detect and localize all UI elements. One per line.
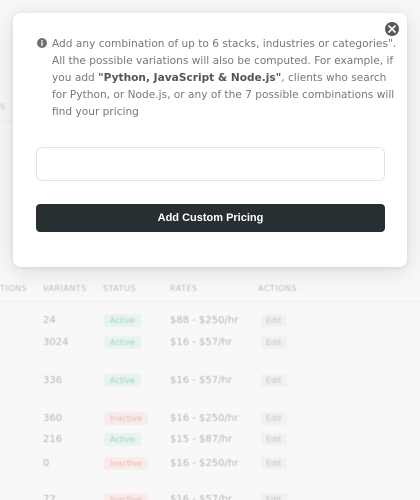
row-variants: 336 xyxy=(43,375,63,386)
row-rates: $16 - $57/hr xyxy=(170,375,232,386)
pricing-table-header: TIONS VARIANTS STATUS RATES ACTIONS xyxy=(0,284,420,296)
close-button[interactable] xyxy=(385,22,399,36)
info-icon xyxy=(37,38,47,48)
edit-button[interactable]: Edit xyxy=(261,457,287,470)
row-rates: $16 - $250/hr xyxy=(170,458,239,469)
table-row: 3024 Active $16 - $57/hr Edit xyxy=(0,335,420,351)
info-example-stacks: "Python, JavaScript & Node.js" xyxy=(98,72,282,84)
table-row: 216 Active $15 - $87/hr Edit xyxy=(0,432,420,448)
edit-button[interactable]: Edit xyxy=(261,374,287,387)
row-variants: 72 xyxy=(43,494,56,500)
row-rates: $16 - $57/hr xyxy=(170,494,232,500)
status-badge: Active xyxy=(104,314,141,327)
status-badge: Inactive xyxy=(104,412,148,425)
sidebar-fragment-label: s xyxy=(0,101,6,112)
edit-button[interactable]: Edit xyxy=(261,493,287,500)
table-row: 336 Active $16 - $57/hr Edit xyxy=(0,373,420,389)
status-badge: Active xyxy=(104,433,141,446)
table-header-divider xyxy=(0,301,420,302)
column-header-variants: VARIANTS xyxy=(43,284,87,293)
add-custom-pricing-button[interactable]: Add Custom Pricing xyxy=(36,204,385,232)
table-row: 360 Inactive $16 - $250/hr Edit xyxy=(0,411,420,427)
edit-button[interactable]: Edit xyxy=(261,336,287,349)
row-variants: 3024 xyxy=(43,337,69,348)
row-variants: 0 xyxy=(43,458,50,469)
table-row: 24 Active $88 - $250/hr Edit xyxy=(0,313,420,329)
row-rates: $88 - $250/hr xyxy=(170,315,239,326)
edit-button[interactable]: Edit xyxy=(261,433,287,446)
column-header-status: STATUS xyxy=(103,284,137,293)
row-variants: 216 xyxy=(43,434,63,445)
close-icon xyxy=(388,25,396,33)
row-variants: 360 xyxy=(43,413,63,424)
row-rates: $15 - $87/hr xyxy=(170,434,232,445)
status-badge: Inactive xyxy=(104,493,148,500)
custom-pricing-modal: Add any combination of up to 6 stacks, i… xyxy=(13,13,407,267)
edit-button[interactable]: Edit xyxy=(261,412,287,425)
custom-pricing-input[interactable] xyxy=(36,147,385,181)
status-badge: Active xyxy=(104,336,141,349)
info-message: Add any combination of up to 6 stacks, i… xyxy=(52,36,397,121)
column-header-actions: ACTIONS xyxy=(258,284,298,293)
column-header-options: TIONS xyxy=(0,284,28,293)
row-variants: 24 xyxy=(43,315,56,326)
column-header-rates: RATES xyxy=(170,284,198,293)
edit-button[interactable]: Edit xyxy=(261,314,287,327)
row-rates: $16 - $57/hr xyxy=(170,337,232,348)
table-row: 0 Inactive $16 - $250/hr Edit xyxy=(0,456,420,472)
table-row: 72 Inactive $16 - $57/hr Edit xyxy=(0,492,420,500)
status-badge: Inactive xyxy=(104,457,148,470)
status-badge: Active xyxy=(104,374,141,387)
row-rates: $16 - $250/hr xyxy=(170,413,239,424)
